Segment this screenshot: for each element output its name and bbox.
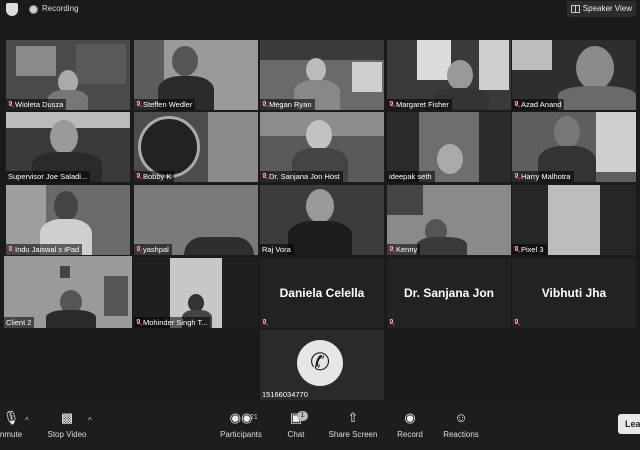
share-screen-button[interactable]: ⇧ Share Screen (328, 410, 378, 439)
participant-name-label: Dr. Sanjana Jon Host (260, 171, 343, 182)
participants-count: 21 (250, 414, 258, 421)
participant-name-label: Wioleta Dusza (6, 99, 67, 110)
record-icon: ◉ (404, 410, 416, 425)
participant-name-label: 15166034770 (262, 390, 308, 399)
reactions-button[interactable]: ☺ Reactions (442, 410, 480, 439)
muted-mic-icon (389, 101, 394, 108)
muted-mic-icon (262, 319, 267, 326)
participant-name-label: Client 2 (4, 317, 35, 328)
participant-tile[interactable]: Pixel 3 (512, 185, 636, 255)
muted-mic-icon (514, 101, 519, 108)
participant-name-label: Harry Malhotra (512, 171, 574, 182)
participant-tile[interactable]: Supervisor Joe Saladi... (6, 112, 130, 182)
chat-badge: 1 (297, 411, 308, 421)
participant-name-label: Kenny (387, 244, 421, 255)
participant-tile[interactable]: Megan Ryan (260, 40, 384, 110)
recording-icon (29, 5, 38, 14)
top-bar: Recording Speaker View (0, 0, 640, 20)
participant-tile[interactable]: Raj Vora (260, 185, 384, 255)
muted-mic-icon (514, 319, 519, 326)
participant-name-label: Steffen Wedler (134, 99, 196, 110)
muted-mic-icon (262, 173, 267, 180)
muted-mic-icon (8, 246, 13, 253)
participant-tile[interactable]: Harry Malhotra (512, 112, 636, 182)
participant-name-label: Bobby K (134, 171, 175, 182)
participant-tile[interactable]: Azad Anand (512, 40, 636, 110)
recording-label: Recording (42, 4, 79, 13)
participant-tile-no-video[interactable]: Vibhuti Jha (512, 258, 636, 328)
share-screen-icon: ⇧ (347, 410, 359, 425)
participant-name-label: Indu Jaiswal s iPad (6, 244, 83, 255)
participant-tile[interactable]: Wioleta Dusza (6, 40, 130, 110)
muted-mic-icon (389, 319, 394, 326)
participant-name-label: Mohinder Singh T... (134, 317, 211, 328)
audio-options-caret[interactable]: ^ (25, 416, 29, 425)
participant-tile[interactable]: Bobby K (134, 112, 258, 182)
participant-tile[interactable]: Mohinder Singh T... (134, 258, 258, 328)
participant-tile[interactable]: Indu Jaiswal s iPad (6, 185, 130, 255)
muted-mic-icon (136, 246, 141, 253)
participant-tile[interactable]: Kenny (387, 185, 511, 255)
muted-mic-icon (514, 173, 519, 180)
phone-avatar: ✆ (297, 340, 343, 386)
participant-name-label: yashpal (134, 244, 172, 255)
participant-tile[interactable]: ideepak seth (387, 112, 511, 182)
speaker-view-button[interactable]: Speaker View (566, 1, 636, 17)
leave-button[interactable]: Lea (618, 414, 640, 434)
muted-mic-icon (8, 101, 13, 108)
video-camera-icon: ▩ (60, 410, 74, 425)
reactions-icon: ☺ (454, 410, 468, 425)
participant-tile-phone[interactable]: ✆ 15166034770 (260, 330, 384, 400)
security-shield-icon[interactable] (6, 3, 18, 16)
speaker-view-icon (570, 5, 580, 13)
muted-mic-icon (136, 319, 141, 326)
muted-mic-icon (262, 101, 267, 108)
participant-tile[interactable]: Dr. Sanjana Jon Host (260, 112, 384, 182)
participant-tile[interactable]: Margaret Fisher (387, 40, 511, 110)
participant-name-label: Azad Anand (512, 99, 565, 110)
muted-mic-icon (514, 246, 519, 253)
video-options-caret[interactable]: ^ (88, 416, 92, 425)
participant-tile-no-video[interactable]: Daniela Celella (260, 258, 384, 328)
participant-name-label: Pixel 3 (512, 244, 547, 255)
meeting-toolbar: 🎙 nmute ^ ▩ Stop Video ^ ◉◉ Participants… (0, 402, 640, 450)
participant-tile-no-video[interactable]: Dr. Sanjana Jon (387, 258, 511, 328)
unmute-button[interactable]: 🎙 nmute (0, 410, 26, 439)
muted-microphone-icon: 🎙 (2, 410, 20, 425)
participant-tile-active[interactable]: Client 2 (4, 256, 132, 328)
muted-mic-icon (136, 101, 141, 108)
speaker-view-label: Speaker View (582, 4, 632, 13)
participant-name-large: Vibhuti Jha (541, 286, 607, 300)
muted-mic-icon (136, 173, 141, 180)
participant-name-label: Megan Ryan (260, 99, 315, 110)
participant-name-label: Margaret Fisher (387, 99, 452, 110)
participant-name-label: Supervisor Joe Saladi... (6, 171, 91, 182)
muted-mic-icon (389, 246, 394, 253)
stop-video-button[interactable]: ▩ Stop Video (44, 410, 90, 439)
participant-name-large: Daniela Celella (279, 286, 365, 300)
participant-name-large: Dr. Sanjana Jon (403, 286, 495, 300)
record-button[interactable]: ◉ Record (394, 410, 426, 439)
participant-name-label: ideepak seth (387, 171, 435, 182)
participant-tile[interactable]: yashpal (134, 185, 258, 255)
participant-name-label: Raj Vora (260, 244, 294, 255)
phone-icon: ✆ (309, 349, 331, 376)
participant-tile[interactable]: Steffen Wedler (134, 40, 258, 110)
